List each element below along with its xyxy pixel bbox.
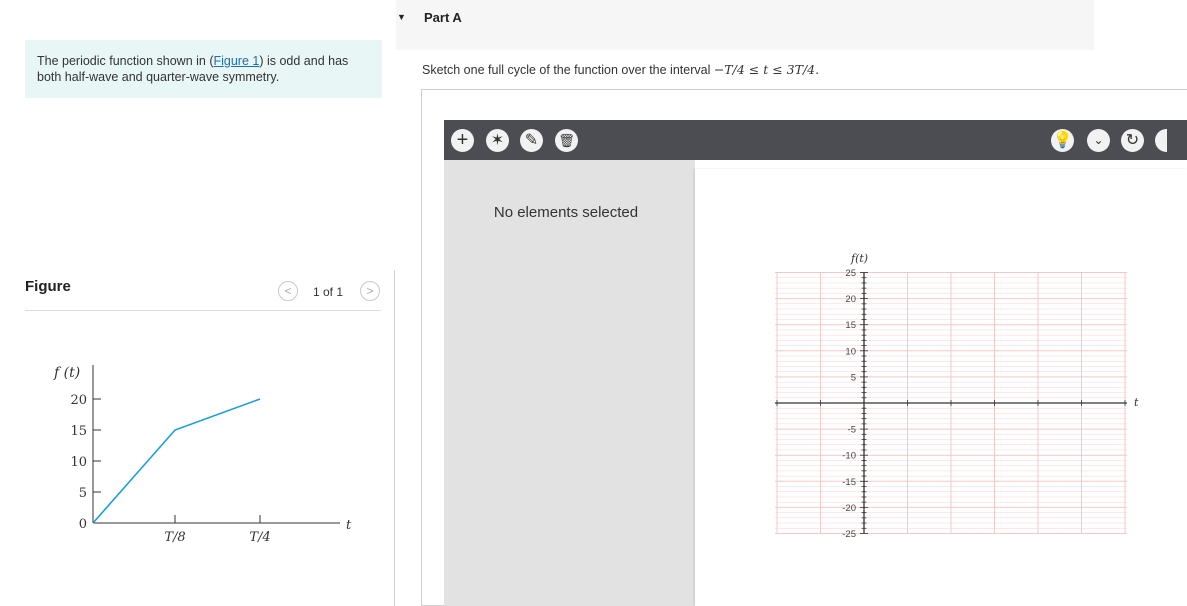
add-point-button[interactable]: + [451, 129, 474, 152]
column-divider [394, 270, 395, 606]
redo-button[interactable]: ↻ [1121, 129, 1144, 152]
figure-y-tick-label: 5 [79, 486, 87, 501]
figure-y-tick-label: 10 [70, 455, 87, 470]
hint-bulb-icon: 💡 [1052, 132, 1073, 149]
redo-icon: ↻ [1125, 132, 1140, 149]
figure-x-label: t [346, 518, 352, 533]
chevron-right-icon: > [366, 284, 374, 298]
figure-prev-button[interactable]: < [278, 281, 298, 301]
graph-y-tick-label: -20 [842, 503, 856, 514]
figure-x-tick-label: T/4 [249, 530, 270, 545]
graph-canvas[interactable]: -25 -20 -15 -10 -5 5 10 15 20 25 f(t) t [695, 169, 1187, 606]
graph-y-tick-label: 15 [845, 320, 856, 331]
edit-point-icon: ✎ [524, 132, 539, 149]
graph-y-tick-label: 25 [845, 268, 856, 279]
hint-button[interactable]: 💡 [1051, 129, 1074, 152]
trash-icon: 🗑 [558, 133, 575, 148]
line-tool-button[interactable]: ✶ [486, 129, 509, 152]
figure-heading: Figure [25, 278, 71, 295]
graph-y-tick-label: 20 [845, 294, 856, 305]
graph-y-tick-label: 10 [845, 346, 856, 357]
figure-pagination: 1 of 1 [313, 285, 344, 299]
question-math: −T/4 ≤ t ≤ 3T/4. [713, 62, 820, 77]
figure-chart: f (t) t 0 5 10 15 20 T/8 T/4 [53, 365, 352, 545]
question-text-before: Sketch one full cycle of the function ov… [422, 63, 714, 77]
figure-axes: f (t) t [53, 365, 352, 533]
figure-y-tick-label: 20 [70, 393, 87, 408]
figure-y-label: f (t) [53, 365, 80, 381]
chevron-down-icon: ⌄ [1093, 133, 1104, 147]
edit-point-button[interactable]: ✎ [520, 129, 543, 152]
graph-y-tick-label: 5 [851, 372, 856, 383]
figure-y-tick-label: 0 [79, 517, 87, 532]
collapse-toggle-icon[interactable]: ▼ [397, 12, 406, 22]
figure-series-line [92, 398, 261, 524]
element-properties-panel [444, 160, 695, 606]
part-header[interactable] [396, 0, 1094, 50]
figure-divider [25, 310, 381, 311]
graph-y-tick-label: -5 [848, 425, 856, 436]
no-selection-message: No elements selected [493, 204, 639, 221]
chevron-left-icon: < [284, 284, 292, 298]
figure-link[interactable]: Figure 1 [213, 54, 259, 68]
delete-button[interactable]: 🗑 [555, 129, 578, 152]
figure-y-tick-label: 15 [70, 424, 87, 439]
graph-y-tick-label: -10 [842, 451, 856, 462]
menu-dropdown-button[interactable]: ⌄ [1087, 129, 1110, 152]
figure-x-tick-label: T/8 [164, 530, 185, 545]
graph-y-tick-label: -25 [842, 529, 856, 540]
graph-y-label: f(t) [850, 252, 868, 265]
graph-y-tick-label: -15 [842, 477, 856, 488]
question-text: Sketch one full cycle of the function ov… [422, 62, 819, 77]
figure-next-button[interactable]: > [360, 281, 380, 301]
problem-statement: The periodic function shown in (Figure 1… [25, 40, 382, 98]
problem-text-before: The periodic function shown in ( [37, 54, 214, 68]
line-tool-icon: ✶ [490, 132, 505, 149]
plus-icon: + [456, 129, 469, 151]
graph-x-label: t [1134, 396, 1139, 409]
part-title: Part A [424, 10, 462, 25]
